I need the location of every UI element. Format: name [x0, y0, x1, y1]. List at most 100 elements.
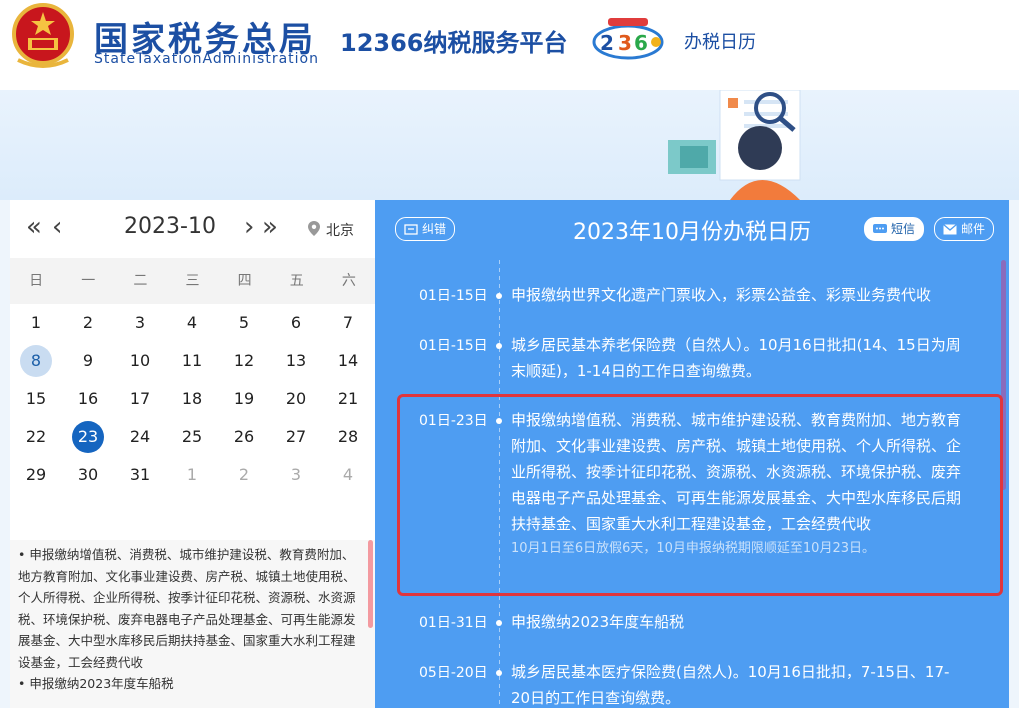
- item-text: 城乡居民基本养老保险费（自然人）。10月16日批扣(14、15日为周末顺延)，1…: [511, 336, 961, 380]
- item-date: 01日-31日: [419, 615, 488, 631]
- calendar-day[interactable]: 9: [62, 342, 114, 380]
- calendar-day[interactable]: 2: [218, 456, 270, 494]
- next-month-button[interactable]: ›: [244, 212, 254, 242]
- calendar-header: « ‹ 2023-10 › » 北京: [10, 200, 375, 258]
- day-number: 1: [30, 313, 42, 332]
- notes-scrollbar[interactable]: [368, 540, 373, 628]
- weekday-label: 日: [29, 273, 44, 289]
- calendar-day[interactable]: 8: [10, 342, 62, 380]
- site-header: 国家税务总局 StateTaxationAdministration 12366…: [0, 0, 1019, 90]
- calendar-day[interactable]: 21: [322, 380, 374, 418]
- day-number: 16: [77, 389, 99, 408]
- day-number: 1: [186, 465, 198, 484]
- weekday-label: 四: [237, 273, 252, 289]
- note-text: • 申报缴纳增值税、消费税、城市维护建设税、教育费附加、地方教育附加、文化事业建…: [18, 544, 358, 695]
- day-number: 14: [337, 351, 359, 370]
- sms-button[interactable]: 短信: [864, 217, 925, 241]
- day-number: 8: [20, 345, 52, 377]
- current-month: 2023-10: [124, 214, 216, 239]
- day-number: 7: [342, 313, 354, 332]
- 12366-mascot-icon: 2 3 6: [592, 18, 664, 60]
- day-number: 17: [129, 389, 151, 408]
- calendar-day[interactable]: 5: [218, 304, 270, 342]
- calendar-day[interactable]: 4: [322, 456, 374, 494]
- calendar-day[interactable]: 31: [114, 456, 166, 494]
- day-number: 10: [129, 351, 151, 370]
- day-number: 29: [25, 465, 47, 484]
- calendar-day[interactable]: 22: [10, 418, 62, 456]
- calendar-day[interactable]: 24: [114, 418, 166, 456]
- day-number: 13: [285, 351, 307, 370]
- calendar-day[interactable]: 4: [166, 304, 218, 342]
- day-number: 27: [285, 427, 307, 446]
- day-number: 9: [82, 351, 94, 370]
- calendar-day[interactable]: 11: [166, 342, 218, 380]
- calendar-day[interactable]: 28: [322, 418, 374, 456]
- day-number: 23: [72, 421, 104, 453]
- day-number: 6: [290, 313, 302, 332]
- calendar-day[interactable]: 26: [218, 418, 270, 456]
- timeline-dot: [496, 343, 502, 349]
- day-number: 28: [337, 427, 359, 446]
- tax-calendar-panel: 纠错 2023年10月份办税日历 短信 邮件 01日-15日 申报缴纳世界文化遗…: [375, 200, 1009, 708]
- calendar-day[interactable]: 17: [114, 380, 166, 418]
- calendar-panel: « ‹ 2023-10 › » 北京 日一二三四五六 1 2 3 4 5 6 7 8 9 10 11…: [10, 200, 375, 708]
- note-item: • 申报缴纳2023年度车船税: [18, 676, 174, 691]
- calendar-day-selected[interactable]: 23: [62, 418, 114, 456]
- day-number: 3: [290, 465, 302, 484]
- item-text: 申报缴纳2023年度车船税: [511, 613, 685, 631]
- calendar-day[interactable]: 2: [62, 304, 114, 342]
- day-notes: • 申报缴纳增值税、消费税、城市维护建设税、教育费附加、地方教育附加、文化事业建…: [10, 540, 375, 708]
- timeline-dot: [496, 418, 502, 424]
- calendar-day[interactable]: 3: [270, 456, 322, 494]
- calendar-day[interactable]: 13: [270, 342, 322, 380]
- calendar-day[interactable]: 12: [218, 342, 270, 380]
- calendar-day[interactable]: 27: [270, 418, 322, 456]
- calendar-day[interactable]: 6: [270, 304, 322, 342]
- prev-month-button[interactable]: ‹: [52, 212, 62, 242]
- day-number: 30: [77, 465, 99, 484]
- prev-year-button[interactable]: «: [26, 212, 42, 242]
- calendar-day[interactable]: 25: [166, 418, 218, 456]
- day-number: 25: [181, 427, 203, 446]
- day-number: 18: [181, 389, 203, 408]
- calendar-day[interactable]: 15: [10, 380, 62, 418]
- day-number: 12: [233, 351, 255, 370]
- calendar-day[interactable]: 16: [62, 380, 114, 418]
- sms-label: 短信: [891, 222, 916, 236]
- org-name-en: StateTaxationAdministration: [94, 51, 319, 67]
- calendar-day[interactable]: 19: [218, 380, 270, 418]
- item-subtext: 10月1日至6日放假6天，10月申报纳税期限顺延至10月23日。: [511, 541, 875, 556]
- city-selector[interactable]: 北京: [308, 220, 354, 240]
- calendar-day[interactable]: 10: [114, 342, 166, 380]
- day-number: 20: [285, 389, 307, 408]
- day-number: 3: [134, 313, 146, 332]
- weekday-header: 日一二三四五六: [10, 258, 375, 304]
- day-number: 19: [233, 389, 255, 408]
- calendar-day[interactable]: 7: [322, 304, 374, 342]
- calendar-day[interactable]: 14: [322, 342, 374, 380]
- item-text: 城乡居民基本医疗保险费(自然人)。10月16日批扣，7-15日、17-20日的工…: [511, 663, 950, 707]
- item-text: 申报缴纳增值税、消费税、城市维护建设税、教育费附加、地方教育附加、文化事业建设费…: [511, 407, 961, 559]
- location-pin-icon: [308, 221, 320, 236]
- weekday-label: 二: [133, 273, 148, 289]
- weekday-label: 六: [341, 273, 356, 289]
- item-text: 申报缴纳世界文化遗产门票收入，彩票公益金、彩票业务费代收: [511, 286, 932, 304]
- calendar-day[interactable]: 18: [166, 380, 218, 418]
- calendar-day[interactable]: 1: [166, 456, 218, 494]
- day-number: 22: [25, 427, 47, 446]
- svg-text:6: 6: [634, 31, 648, 55]
- calendar-day[interactable]: 30: [62, 456, 114, 494]
- weekday-label: 五: [289, 273, 304, 289]
- next-year-button[interactable]: »: [262, 212, 278, 242]
- calendar-day[interactable]: 20: [270, 380, 322, 418]
- calendar-day[interactable]: 29: [10, 456, 62, 494]
- mail-button[interactable]: 邮件: [934, 217, 995, 241]
- weekday-label: 三: [185, 273, 200, 289]
- day-number: 4: [342, 465, 354, 484]
- platform-name[interactable]: 12366纳税服务平台: [340, 23, 568, 58]
- calendar-day[interactable]: 3: [114, 304, 166, 342]
- note-item: • 申报缴纳增值税、消费税、城市维护建设税、教育费附加、地方教育附加、文化事业建…: [18, 547, 356, 670]
- calendar-day[interactable]: 1: [10, 304, 62, 342]
- day-number: 21: [337, 389, 359, 408]
